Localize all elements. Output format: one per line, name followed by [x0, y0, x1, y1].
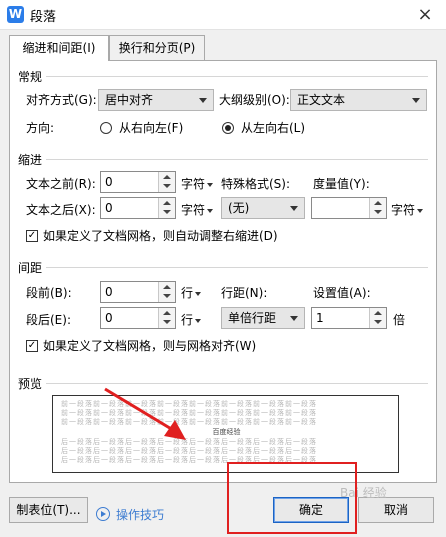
special-format-label: 特殊格式(S):: [221, 177, 291, 191]
line-spacing-label: 行距(N):: [221, 286, 268, 300]
outline-level-select[interactable]: 正文文本: [290, 89, 427, 111]
general-heading: 常规: [18, 70, 43, 84]
preview-sample-text: 百度经验: [212, 428, 241, 436]
set-value-input[interactable]: 1: [311, 307, 387, 329]
indent-before-spinner[interactable]: [158, 172, 175, 192]
preview-prev-line: 前一段落前一段落前一段落前一段落前一段落前一段落前一段落前一段落: [61, 418, 317, 426]
space-after-unit[interactable]: 行: [181, 313, 202, 327]
tab-indent-spacing[interactable]: 缩进和间距(I): [9, 35, 109, 61]
spin-up-icon: [374, 311, 382, 315]
spacing-heading: 间距: [18, 261, 43, 275]
title-bar: [0, 0, 446, 30]
line-spacing-select[interactable]: 单倍行距: [221, 307, 305, 329]
preview-prev-line: 前一段落前一段落前一段落前一段落前一段落前一段落前一段落前一段落: [61, 400, 317, 408]
preview-next-line: 后一段落后一段落后一段落后一段落后一段落后一段落后一段落后一段落: [61, 438, 317, 446]
spin-down-icon: [163, 294, 171, 298]
spacing-divider: [46, 267, 428, 268]
space-after-input[interactable]: 0: [100, 307, 176, 329]
indent-after-spinner[interactable]: [158, 198, 175, 218]
tab-stops-button[interactable]: 制表位(T)...: [9, 497, 88, 523]
measure-unit[interactable]: 字符: [391, 203, 424, 217]
alignment-value: 居中对齐: [105, 93, 154, 107]
caret-down-icon: [207, 208, 214, 213]
preview-heading: 预览: [18, 377, 43, 391]
rtl-radio[interactable]: [100, 122, 112, 134]
indent-after-label: 文本之后(X):: [26, 203, 96, 217]
special-format-select[interactable]: (无): [221, 197, 305, 219]
chevron-down-icon: [290, 316, 298, 321]
outline-level-value: 正文文本: [297, 93, 346, 107]
measure-spinner[interactable]: [369, 198, 386, 218]
grid-align-label: 如果定义了文档网格，则与网格对齐(W): [43, 339, 257, 353]
space-after-value: 0: [105, 311, 113, 325]
spin-up-icon: [163, 175, 171, 179]
preview-divider: [46, 383, 428, 384]
caret-down-icon: [195, 318, 202, 323]
spin-up-icon: [163, 285, 171, 289]
space-before-spinner[interactable]: [158, 282, 175, 302]
space-before-value: 0: [105, 285, 113, 299]
indent-before-input[interactable]: 0: [100, 171, 176, 193]
alignment-select[interactable]: 居中对齐: [98, 89, 214, 111]
direction-label: 方向:: [26, 121, 55, 135]
set-value-label: 设置值(A):: [313, 286, 371, 300]
space-after-spinner[interactable]: [158, 308, 175, 328]
spin-up-icon: [163, 311, 171, 315]
outline-level-label: 大纲级别(O):: [219, 93, 290, 107]
grid-align-checkbox[interactable]: ✓: [26, 340, 38, 352]
ltr-label: 从左向右(L): [241, 121, 306, 135]
space-after-label: 段后(E):: [26, 313, 71, 327]
indent-after-value: 0: [105, 201, 113, 215]
chevron-down-icon: [290, 206, 298, 211]
rtl-label: 从右向左(F): [119, 121, 184, 135]
auto-adjust-checkbox[interactable]: ✓: [26, 230, 38, 242]
general-divider: [46, 76, 428, 77]
set-value-value: 1: [316, 311, 324, 325]
indent-before-value: 0: [105, 175, 113, 189]
measure-input[interactable]: [311, 197, 387, 219]
close-icon[interactable]: ×: [404, 0, 446, 30]
spin-up-icon: [163, 201, 171, 205]
indent-heading: 缩进: [18, 153, 43, 167]
space-before-input[interactable]: 0: [100, 281, 176, 303]
ltr-radio[interactable]: [222, 122, 234, 134]
tips-link[interactable]: 操作技巧: [116, 506, 164, 523]
wps-writer-icon: W: [7, 6, 24, 23]
preview-prev-line: 前一段落前一段落前一段落前一段落前一段落前一段落前一段落前一段落: [61, 409, 317, 417]
indent-after-unit[interactable]: 字符: [181, 203, 214, 217]
indent-before-unit[interactable]: 字符: [181, 177, 214, 191]
indent-after-input[interactable]: 0: [100, 197, 176, 219]
window-title: 段落: [30, 10, 57, 25]
annotation-highlight-box: [227, 462, 357, 534]
spin-up-icon: [374, 201, 382, 205]
chevron-down-icon: [199, 98, 207, 103]
caret-down-icon: [195, 291, 202, 296]
indent-divider: [46, 159, 428, 160]
play-circle-icon[interactable]: [96, 507, 110, 521]
spin-down-icon: [374, 210, 382, 214]
spin-down-icon: [163, 320, 171, 324]
set-value-spinner[interactable]: [369, 308, 386, 328]
spin-down-icon: [163, 184, 171, 188]
auto-adjust-label: 如果定义了文档网格，则自动调整右缩进(D): [43, 229, 278, 243]
special-format-value: (无): [228, 201, 250, 215]
measure-label: 度量值(Y):: [313, 177, 370, 191]
tab-line-page-breaks[interactable]: 换行和分页(P): [109, 35, 205, 60]
caret-down-icon: [417, 208, 424, 213]
indent-before-label: 文本之前(R):: [26, 177, 96, 191]
preview-next-line: 后一段落后一段落后一段落后一段落后一段落后一段落后一段落后一段落: [61, 447, 317, 455]
caret-down-icon: [207, 182, 214, 187]
line-spacing-value: 单倍行距: [228, 311, 277, 325]
spin-down-icon: [374, 320, 382, 324]
space-before-unit[interactable]: 行: [181, 286, 202, 300]
alignment-label: 对齐方式(G):: [26, 93, 97, 107]
chevron-down-icon: [412, 98, 420, 103]
set-value-unit: 倍: [393, 313, 406, 327]
space-before-label: 段前(B):: [26, 286, 72, 300]
spin-down-icon: [163, 210, 171, 214]
